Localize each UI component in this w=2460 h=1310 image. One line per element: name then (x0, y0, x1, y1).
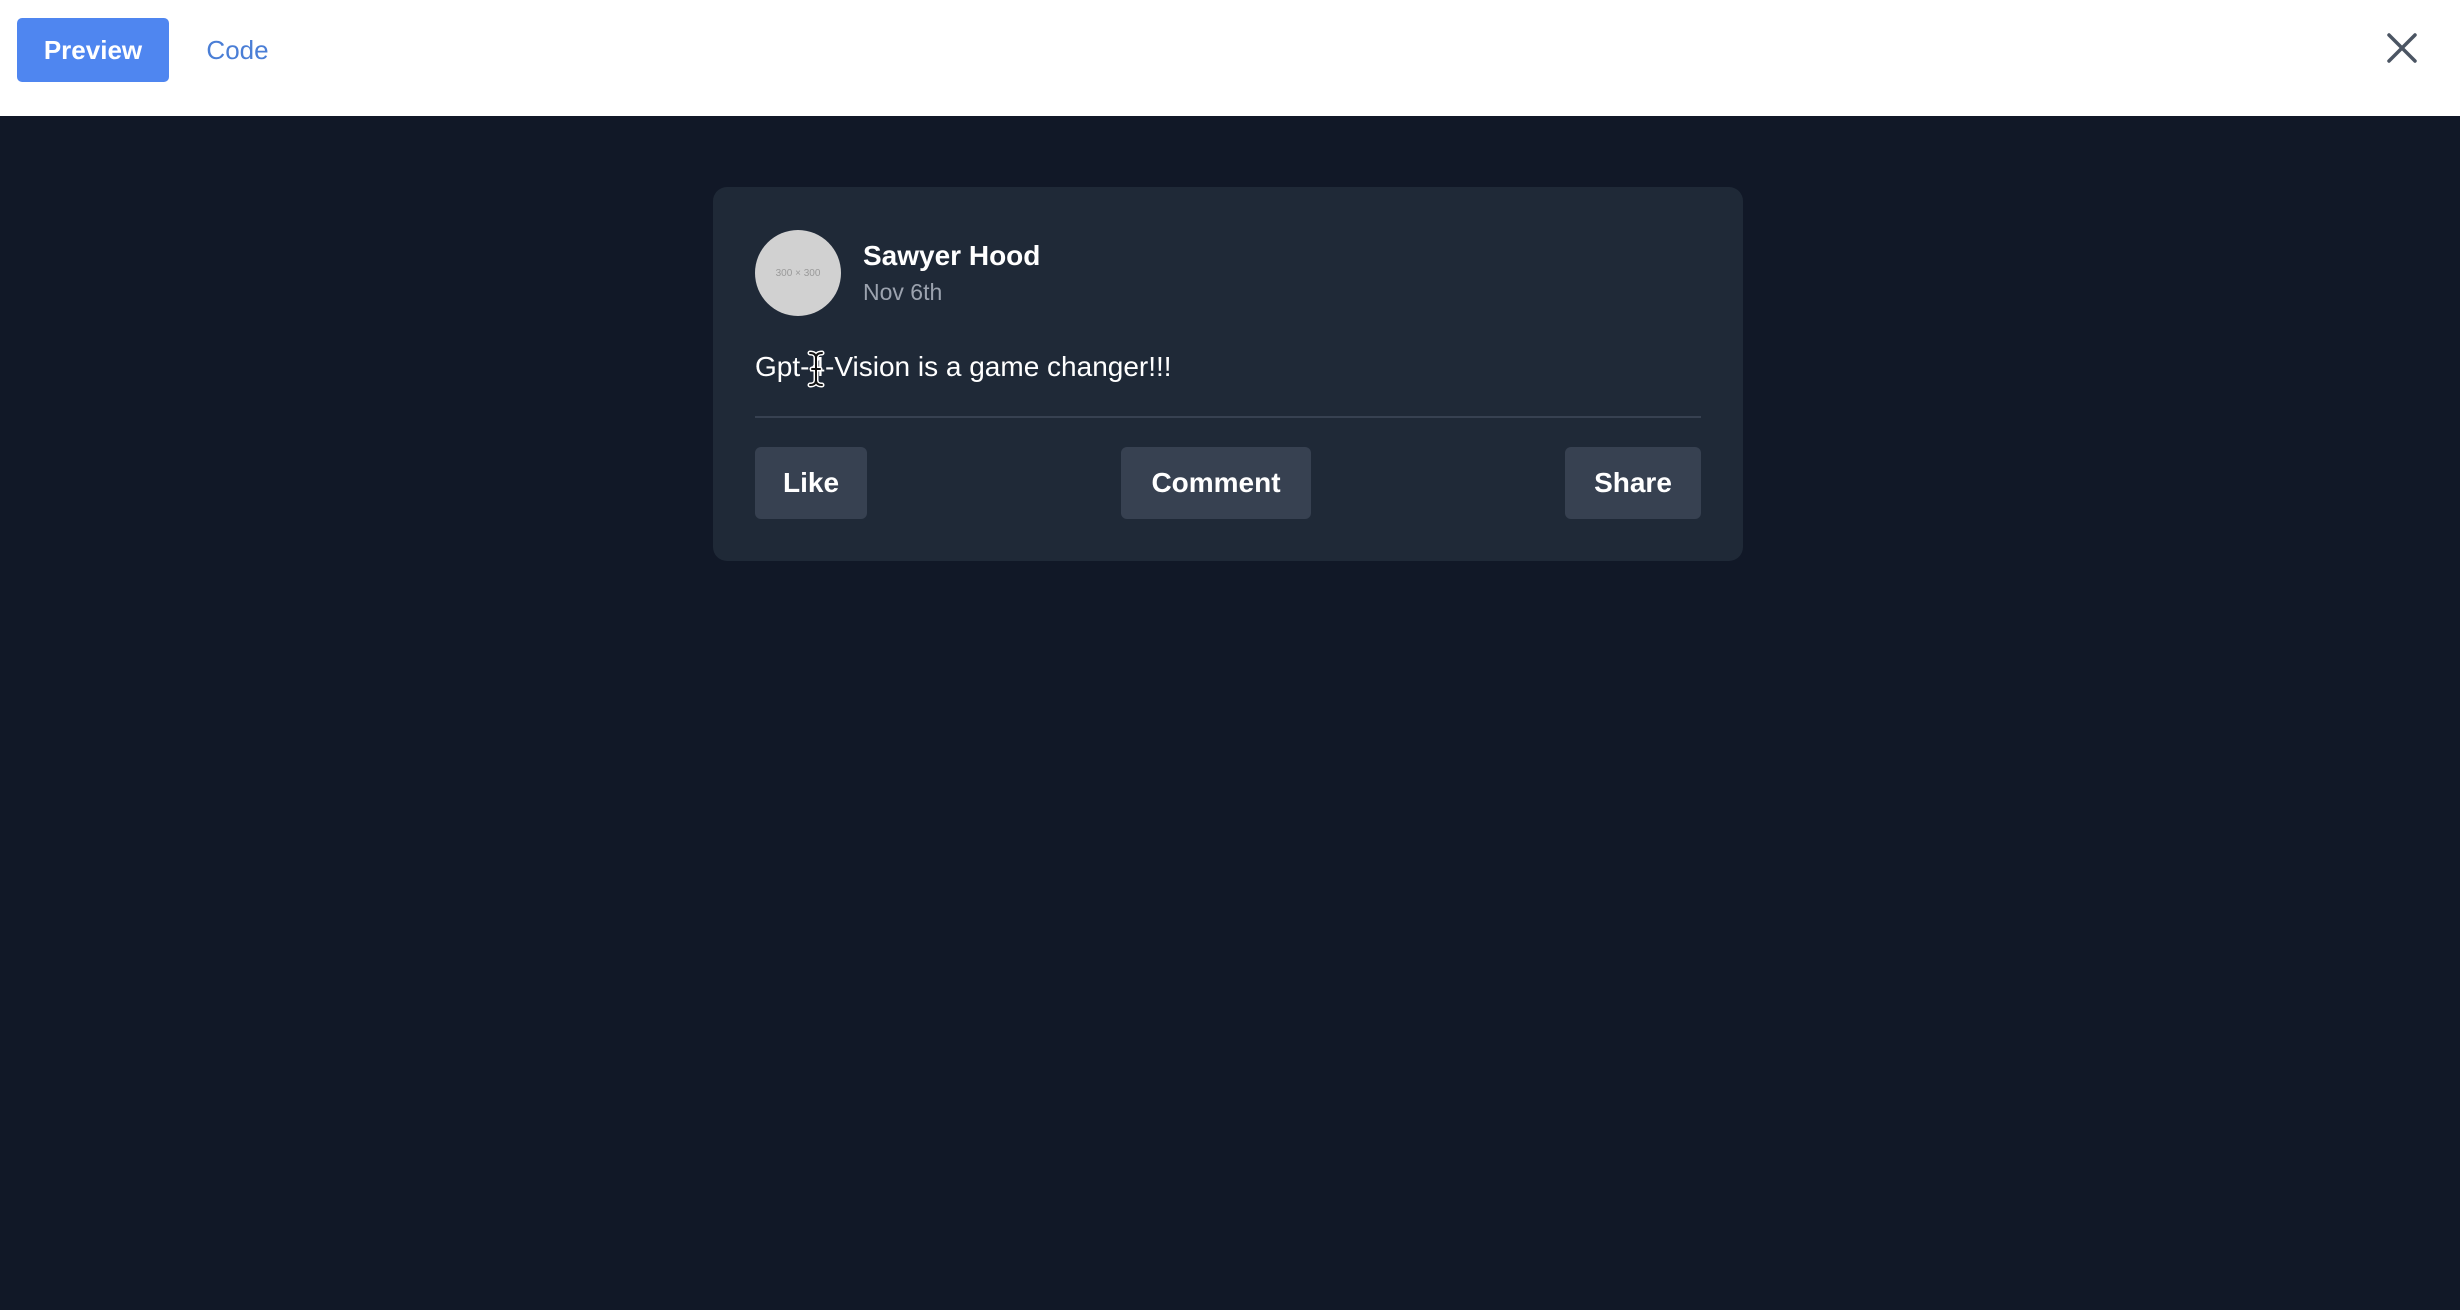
divider (755, 416, 1701, 418)
share-button[interactable]: Share (1565, 447, 1701, 519)
tab-preview[interactable]: Preview (17, 18, 169, 82)
top-bar: Preview Code (0, 0, 2460, 116)
post-text: Gpt-4-Vision is a game changer!!! (755, 351, 1172, 382)
post-card: 300 × 300 Sawyer Hood Nov 6th Gpt-4-Visi… (713, 187, 1743, 561)
comment-button[interactable]: Comment (1121, 447, 1311, 519)
tab-code[interactable]: Code (180, 18, 295, 82)
close-button[interactable] (2380, 26, 2424, 70)
like-button[interactable]: Like (755, 447, 867, 519)
avatar-placeholder-text: 300 × 300 (775, 267, 821, 279)
post-date: Nov 6th (863, 279, 943, 305)
author-name: Sawyer Hood (863, 240, 1041, 271)
avatar: 300 × 300 (755, 230, 841, 316)
close-icon (2387, 33, 2417, 63)
